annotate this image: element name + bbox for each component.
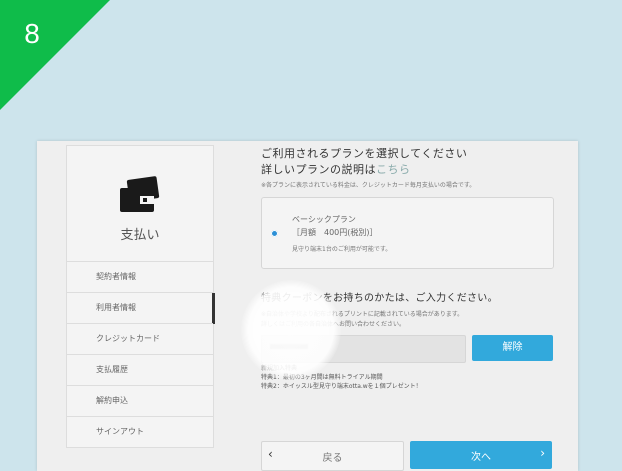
- wallet-icon: [118, 174, 162, 220]
- step-number: 8: [24, 18, 40, 49]
- sidebar-title: 支払い: [120, 228, 160, 243]
- benefit-item-2: 特典2：ホイッスル型見守り端末otta.wを１個プレゼント！: [261, 383, 422, 390]
- sidebar-menu: 契約者情報 利用者情報 クレジットカード 支払履歴 解約申込 サインアウト: [66, 261, 215, 448]
- sidebar-item-user-info[interactable]: 利用者情報: [67, 292, 215, 324]
- plan-name: ベーシックプラン: [292, 215, 356, 224]
- clear-coupon-button[interactable]: 解除: [472, 335, 553, 361]
- price-note: ※各プランに表示されている料金は、クレジットカード毎月支払いの場合です。: [261, 182, 476, 189]
- sidebar-item-credit-card[interactable]: クレジットカード: [67, 323, 213, 354]
- next-button-label: 次へ: [471, 452, 491, 463]
- plan-note: 見守り端末1台のご利用が可能です。: [292, 246, 392, 253]
- sidebar-item-sign-out[interactable]: サインアウト: [67, 416, 213, 448]
- payment-window: 支払い 契約者情報 利用者情報 クレジットカード 支払履歴 解約申込 サインアウ…: [37, 141, 578, 471]
- plan-detail-text: 詳しいプランの説明は: [261, 163, 376, 176]
- next-button[interactable]: 次へ ›: [410, 441, 552, 469]
- chevron-right-icon: ›: [540, 446, 545, 460]
- page-title: ご利用されるプランを選択してください: [261, 147, 468, 160]
- coupon-note-2: 詳しくはご利用の各自治体へお問い合わせください。: [261, 321, 406, 328]
- plan-radio-selected[interactable]: [271, 230, 278, 237]
- coupon-heading: 特典クーポンをお持ちのかたは、ご入力ください。: [261, 293, 498, 304]
- back-button[interactable]: ‹ 戻る: [261, 441, 404, 471]
- benefit-item-1: 特典1：最初の3ヶ月間は無料トライアル期間: [261, 374, 383, 381]
- coupon-input[interactable]: [261, 335, 466, 363]
- benefits-title: 新規加入特典: [261, 365, 298, 372]
- back-button-label: 戻る: [322, 453, 343, 464]
- plan-price: ［月額 400円(税別)］: [292, 228, 378, 237]
- sidebar-item-contractor-info[interactable]: 契約者情報: [67, 261, 213, 292]
- sidebar-item-payment-history[interactable]: 支払履歴: [67, 354, 213, 385]
- plan-option[interactable]: ベーシックプラン ［月額 400円(税別)］ 見守り端末1台のご利用が可能です。: [261, 197, 554, 269]
- sidebar-item-cancellation[interactable]: 解約申込: [67, 385, 213, 416]
- plan-detail-line: 詳しいプランの説明はこちら: [261, 161, 411, 177]
- sidebar-header: 支払い: [66, 145, 214, 262]
- coupon-note: ※自治体や学校より配布されるプリントに記載されている場合があります。: [261, 311, 464, 318]
- coupon-value-blurred: [270, 344, 308, 349]
- plan-detail-link[interactable]: こちら: [376, 163, 411, 176]
